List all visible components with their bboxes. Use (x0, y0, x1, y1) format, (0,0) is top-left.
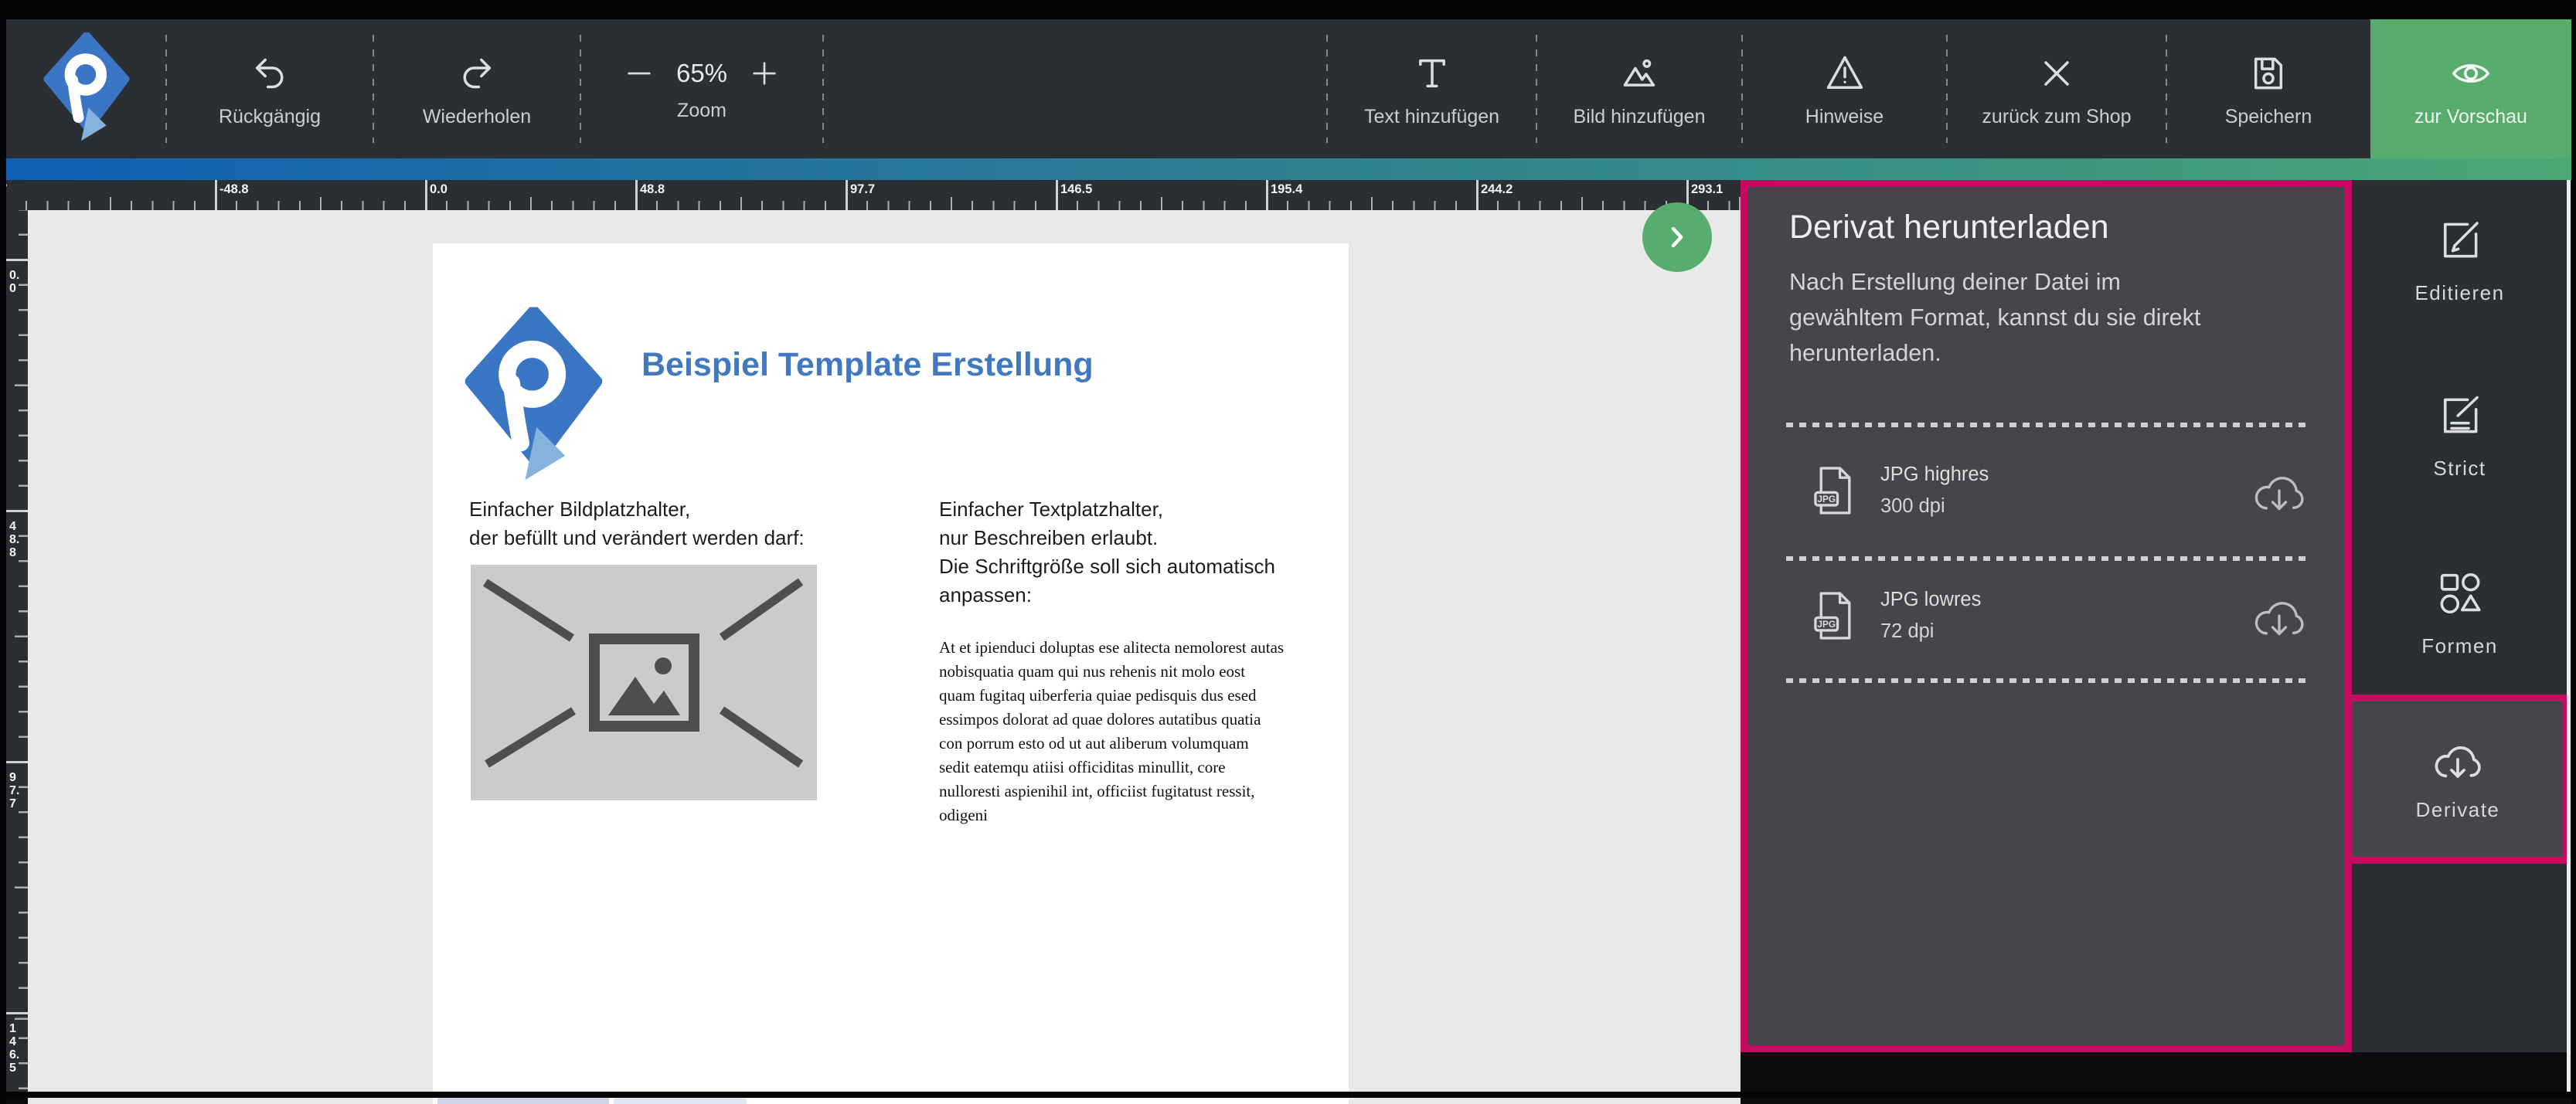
download-item-name: JPG highres (1880, 464, 1989, 486)
undo-icon (248, 52, 291, 95)
page-title-text[interactable]: Beispiel Template Erstellung (641, 346, 1094, 384)
sidebar-item-label: Derivate (2416, 798, 2500, 822)
sidebar-item-derivate[interactable]: Derivate (2346, 695, 2570, 864)
download-item-highres[interactable]: JPG JPG highres 300 dpi (1809, 442, 2310, 538)
v-ruler-label: 146.5 (9, 1022, 19, 1075)
zoom-control: 65% Zoom (580, 19, 823, 158)
h-ruler-label: 244.2 (1481, 182, 1513, 197)
undo-label: Rückgängig (219, 107, 321, 127)
h-ruler-label: 146.5 (1060, 182, 1092, 197)
preview-button[interactable]: zur Vorschau (2370, 19, 2571, 158)
vertical-ruler: 0.0 48.8 97.7 146.5 (6, 210, 28, 1095)
document-page: Beispiel Template Erstellung Einfacher B… (433, 243, 1349, 1104)
body-text-placeholder[interactable]: At et ipienduci doluptas ese alitecta ne… (939, 636, 1341, 827)
sidebar-item-strict[interactable]: Strict (2352, 390, 2567, 481)
zoom-in-button[interactable] (749, 58, 780, 89)
window-frame-right (2571, 0, 2576, 1104)
v-ruler-label: 48.8 (9, 520, 19, 559)
sidebar-item-editieren[interactable]: Editieren (2352, 215, 2567, 305)
add-image-button[interactable]: Bild hinzufügen (1536, 19, 1742, 158)
save-label: Speichern (2225, 107, 2312, 127)
v-ruler-minor-ticks (19, 210, 28, 1095)
sidebar-item-formen[interactable]: Formen (2352, 568, 2567, 658)
brand-logo-icon (41, 32, 132, 145)
window-frame-bottom (0, 1092, 2576, 1098)
save-icon (2247, 52, 2290, 95)
zoom-out-button[interactable] (624, 58, 655, 89)
download-item-dpi: 72 dpi (1880, 620, 1981, 643)
image-placeholder-icon (471, 565, 817, 800)
warning-icon (1823, 52, 1866, 95)
derivative-panel: Derivat herunterladen Nach Erstellung de… (1741, 180, 2352, 1052)
horizontal-ruler: -97.7 -48.8 0.0 48.8 97.7 146.5 195.4 24… (6, 180, 1741, 210)
image-icon (1618, 52, 1661, 95)
eye-icon (2449, 52, 2493, 95)
jpg-file-icon: JPG (1809, 460, 1859, 521)
window-frame-left (0, 0, 6, 1104)
hints-button[interactable]: Hinweise (1742, 19, 1947, 158)
page-logo-image[interactable] (462, 304, 605, 491)
back-to-shop-button[interactable]: zurück zum Shop (1947, 19, 2166, 158)
text-placeholder-label[interactable]: Einfacher Textplatzhalter, nur Beschreib… (939, 495, 1275, 610)
dotted-divider (1786, 678, 2308, 683)
scrollbar-track[interactable] (2567, 180, 2571, 1095)
strict-edit-icon (2435, 390, 2486, 441)
panel-title: Derivat herunterladen (1789, 209, 2109, 246)
v-ruler-label: 97.7 (9, 771, 19, 810)
dotted-divider (1786, 423, 2308, 427)
sidebar-item-label: Strict (2433, 457, 2486, 481)
h-ruler-label: 48.8 (640, 182, 665, 197)
close-icon (2035, 52, 2078, 95)
text-icon (1411, 52, 1454, 95)
add-text-button[interactable]: Text hinzufügen (1327, 19, 1536, 158)
add-image-label: Bild hinzufügen (1574, 107, 1706, 127)
cloud-download-icon (2429, 736, 2486, 783)
add-text-label: Text hinzufügen (1364, 107, 1499, 127)
h-ruler-minor-ticks (6, 201, 1741, 210)
h-ruler-label: 97.7 (850, 182, 875, 197)
cloud-download-icon[interactable] (2248, 591, 2310, 640)
download-item-lowres[interactable]: JPG JPG lowres 72 dpi (1809, 567, 2310, 664)
sidebar-item-label: Editieren (2414, 281, 2504, 305)
edit-icon (2435, 215, 2486, 266)
design-canvas[interactable]: Beispiel Template Erstellung Einfacher B… (28, 210, 1741, 1104)
zoom-label: Zoom (677, 101, 727, 121)
save-button[interactable]: Speichern (2166, 19, 2370, 158)
panel-collapse-button[interactable] (1642, 202, 1712, 272)
v-ruler-label: 0.0 (9, 269, 19, 295)
jpg-badge-text: JPG (1817, 493, 1836, 504)
jpg-badge-text: JPG (1817, 618, 1836, 629)
image-placeholder-label[interactable]: Einfacher Bildplatzhalter, der befüllt u… (469, 495, 805, 552)
redo-icon (455, 52, 499, 95)
cutoff-page-element (614, 1098, 747, 1104)
app-logo (6, 19, 166, 158)
h-ruler-label: 195.4 (1271, 182, 1302, 197)
gradient-divider (6, 158, 2571, 180)
window-frame-top (0, 0, 2576, 19)
undo-button[interactable]: Rückgängig (166, 19, 373, 158)
top-toolbar: Rückgängig Wiederholen 65% Zoom Text hin… (6, 19, 2571, 158)
editor-window: Rückgängig Wiederholen 65% Zoom Text hin… (0, 0, 2576, 1104)
chevron-right-icon (1660, 220, 1694, 254)
redo-label: Wiederholen (423, 107, 531, 127)
h-ruler-label: 293.1 (1691, 182, 1723, 197)
download-item-dpi: 300 dpi (1880, 495, 1989, 518)
h-ruler-label: 0.0 (430, 182, 447, 197)
shapes-icon (2435, 568, 2486, 619)
back-to-shop-label: zurück zum Shop (1982, 107, 2131, 127)
image-placeholder[interactable] (471, 565, 817, 800)
h-ruler-label: -48.8 (219, 182, 249, 197)
jpg-file-icon: JPG (1809, 586, 1859, 646)
download-item-name: JPG lowres (1880, 589, 1981, 611)
cutoff-page-element (437, 1098, 609, 1104)
panel-description: Nach Erstellung deiner Datei im gewählte… (1789, 264, 2200, 371)
hints-label: Hinweise (1805, 107, 1884, 127)
tool-sidebar: Editieren Strict Formen Derivate (2352, 180, 2567, 1095)
sidebar-item-label: Formen (2421, 634, 2498, 658)
redo-button[interactable]: Wiederholen (373, 19, 580, 158)
preview-label: zur Vorschau (2414, 107, 2527, 127)
zoom-value: 65% (676, 59, 727, 88)
dotted-divider (1786, 556, 2308, 561)
cloud-download-icon[interactable] (2248, 466, 2310, 515)
